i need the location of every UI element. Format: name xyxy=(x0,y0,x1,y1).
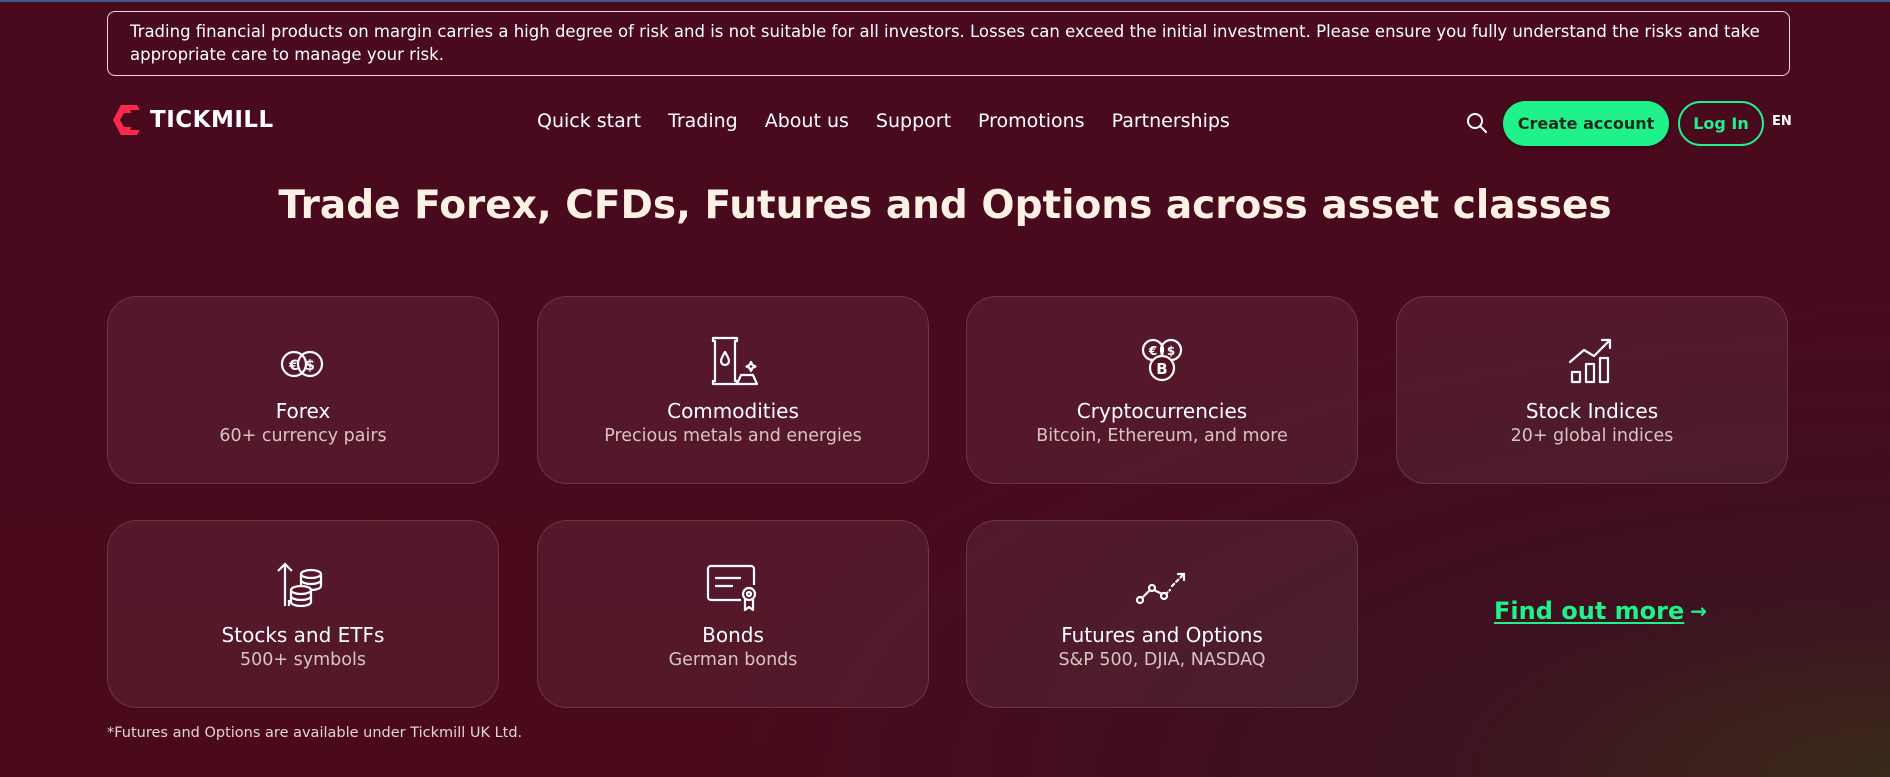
page-headline: Trade Forex, CFDs, Futures and Options a… xyxy=(278,183,1612,228)
create-account-button[interactable]: Create account xyxy=(1503,101,1669,146)
card-cryptocurrencies[interactable]: € $ B Cryptocurrencies Bitcoin, Ethereum… xyxy=(966,296,1358,484)
coin-stack-icon xyxy=(277,562,323,608)
nav-about-us[interactable]: About us xyxy=(765,110,849,132)
brand-name: TICKMILL xyxy=(150,107,274,133)
risk-warning-banner: Trading financial products on margin car… xyxy=(107,11,1790,76)
svg-text:€: € xyxy=(1148,344,1157,358)
nav-support[interactable]: Support xyxy=(876,110,951,132)
tickmill-logo[interactable]: TICKMILL xyxy=(113,104,274,136)
svg-text:B: B xyxy=(1156,360,1167,378)
card-subtitle: S&P 500, DJIA, NASDAQ xyxy=(1058,650,1266,670)
card-subtitle: 20+ global indices xyxy=(1510,426,1674,446)
bar-chart-growth-icon xyxy=(1568,338,1612,384)
svg-text:$: $ xyxy=(305,358,315,374)
log-in-button[interactable]: Log In xyxy=(1678,101,1764,146)
card-commodities[interactable]: Commodities Precious metals and energies xyxy=(537,296,929,484)
card-subtitle: Precious metals and energies xyxy=(604,426,862,446)
svg-text:€: € xyxy=(288,358,299,374)
find-out-more-link[interactable]: Find out more → xyxy=(1494,597,1707,625)
oil-barrel-icon xyxy=(711,336,759,386)
certificate-icon xyxy=(706,564,757,612)
card-title: Futures and Options xyxy=(1061,623,1263,647)
svg-text:$: $ xyxy=(1167,344,1175,358)
trend-line-icon xyxy=(1135,572,1186,605)
find-out-more-label: Find out more xyxy=(1494,597,1685,625)
card-title: Stock Indices xyxy=(1525,399,1659,423)
card-title: Bonds xyxy=(702,623,764,647)
nav-promotions[interactable]: Promotions xyxy=(978,110,1085,132)
search-icon[interactable] xyxy=(1465,111,1489,135)
nav-trading[interactable]: Trading xyxy=(668,110,738,132)
card-subtitle: Bitcoin, Ethereum, and more xyxy=(1036,426,1288,446)
card-title: Forex xyxy=(275,399,331,423)
main-nav: Quick start Trading About us Support Pro… xyxy=(537,110,1230,132)
card-stock-indices[interactable]: Stock Indices 20+ global indices xyxy=(1396,296,1788,484)
window-top-edge xyxy=(0,0,1890,2)
card-subtitle: 500+ symbols xyxy=(240,650,366,670)
arrow-right-icon: → xyxy=(1690,599,1708,623)
language-selector[interactable]: EN xyxy=(1772,114,1792,129)
nav-quick-start[interactable]: Quick start xyxy=(537,110,641,132)
card-title: Stocks and ETFs xyxy=(221,623,385,647)
footnote: *Futures and Options are available under… xyxy=(107,725,523,741)
card-title: Cryptocurrencies xyxy=(1076,399,1248,423)
card-futures-options[interactable]: Futures and Options S&P 500, DJIA, NASDA… xyxy=(966,520,1358,708)
currency-coins-icon: € $ xyxy=(280,350,324,378)
card-forex[interactable]: € $ Forex 60+ currency pairs xyxy=(107,296,499,484)
card-title: Commodities xyxy=(667,399,799,423)
nav-partnerships[interactable]: Partnerships xyxy=(1112,110,1230,132)
card-stocks-etfs[interactable]: Stocks and ETFs 500+ symbols xyxy=(107,520,499,708)
card-bonds[interactable]: Bonds German bonds xyxy=(537,520,929,708)
crypto-coins-icon: € $ B xyxy=(1141,338,1183,382)
card-subtitle: 60+ currency pairs xyxy=(219,426,387,446)
card-subtitle: German bonds xyxy=(668,650,798,670)
tickmill-logo-icon xyxy=(113,105,145,135)
